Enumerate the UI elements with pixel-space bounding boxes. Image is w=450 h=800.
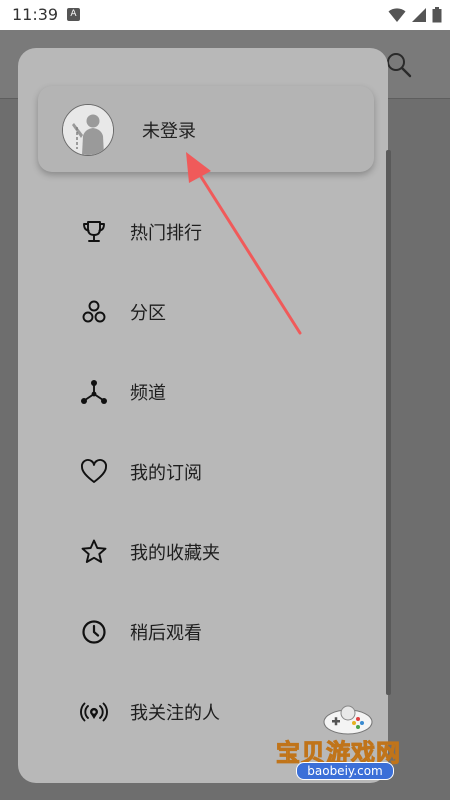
- search-icon[interactable]: [384, 50, 414, 80]
- cellular-icon: [411, 8, 426, 22]
- heart-icon: [81, 459, 107, 483]
- menu-label: 频道: [130, 383, 166, 404]
- menu-item-hot-ranking[interactable]: 热门排行: [18, 206, 368, 256]
- clock-icon: [82, 620, 106, 644]
- battery-icon: [432, 7, 442, 23]
- menu-label: 热门排行: [130, 223, 202, 244]
- status-time: 11:39: [12, 5, 59, 24]
- status-bar: 11:39 A: [0, 0, 450, 30]
- profile-card[interactable]: 未登录: [38, 86, 374, 172]
- trophy-icon: [83, 221, 105, 242]
- wifi-icon: [388, 8, 406, 22]
- menu-item-channel[interactable]: 频道: [18, 366, 368, 416]
- login-status[interactable]: 未登录: [142, 117, 196, 143]
- menu-label: 我的订阅: [130, 463, 202, 484]
- broadcast-icon: [80, 702, 108, 722]
- gamepad-icon: [323, 705, 373, 735]
- channel-icon: [81, 380, 107, 404]
- menu-item-partition[interactable]: 分区: [18, 286, 368, 336]
- menu-label: 我的收藏夹: [130, 543, 220, 564]
- watermark-url: baobeiy.com: [296, 762, 394, 780]
- menu-item-watch-later[interactable]: 稍后观看: [18, 606, 368, 656]
- navigation-drawer: 未登录 热门排行 分区 频道 我的订阅 我的收藏夹 稍后观看 我关注的人: [18, 48, 388, 783]
- menu-item-favorites[interactable]: 我的收藏夹: [18, 526, 368, 576]
- watermark-logo: 宝贝游戏网 baobeiy.com: [268, 700, 433, 795]
- menu-label: 我关注的人: [130, 703, 220, 724]
- avatar[interactable]: [62, 104, 114, 156]
- star-icon: [81, 539, 107, 563]
- status-icons: [388, 7, 442, 26]
- partition-icon: [82, 300, 106, 323]
- menu-item-subscriptions[interactable]: 我的订阅: [18, 446, 368, 496]
- notification-icon: A: [67, 8, 80, 21]
- avatar-silhouette-icon: [63, 105, 113, 155]
- menu-label: 稍后观看: [130, 623, 202, 644]
- drawer-scrollbar[interactable]: [386, 150, 391, 695]
- menu-label: 分区: [130, 303, 166, 324]
